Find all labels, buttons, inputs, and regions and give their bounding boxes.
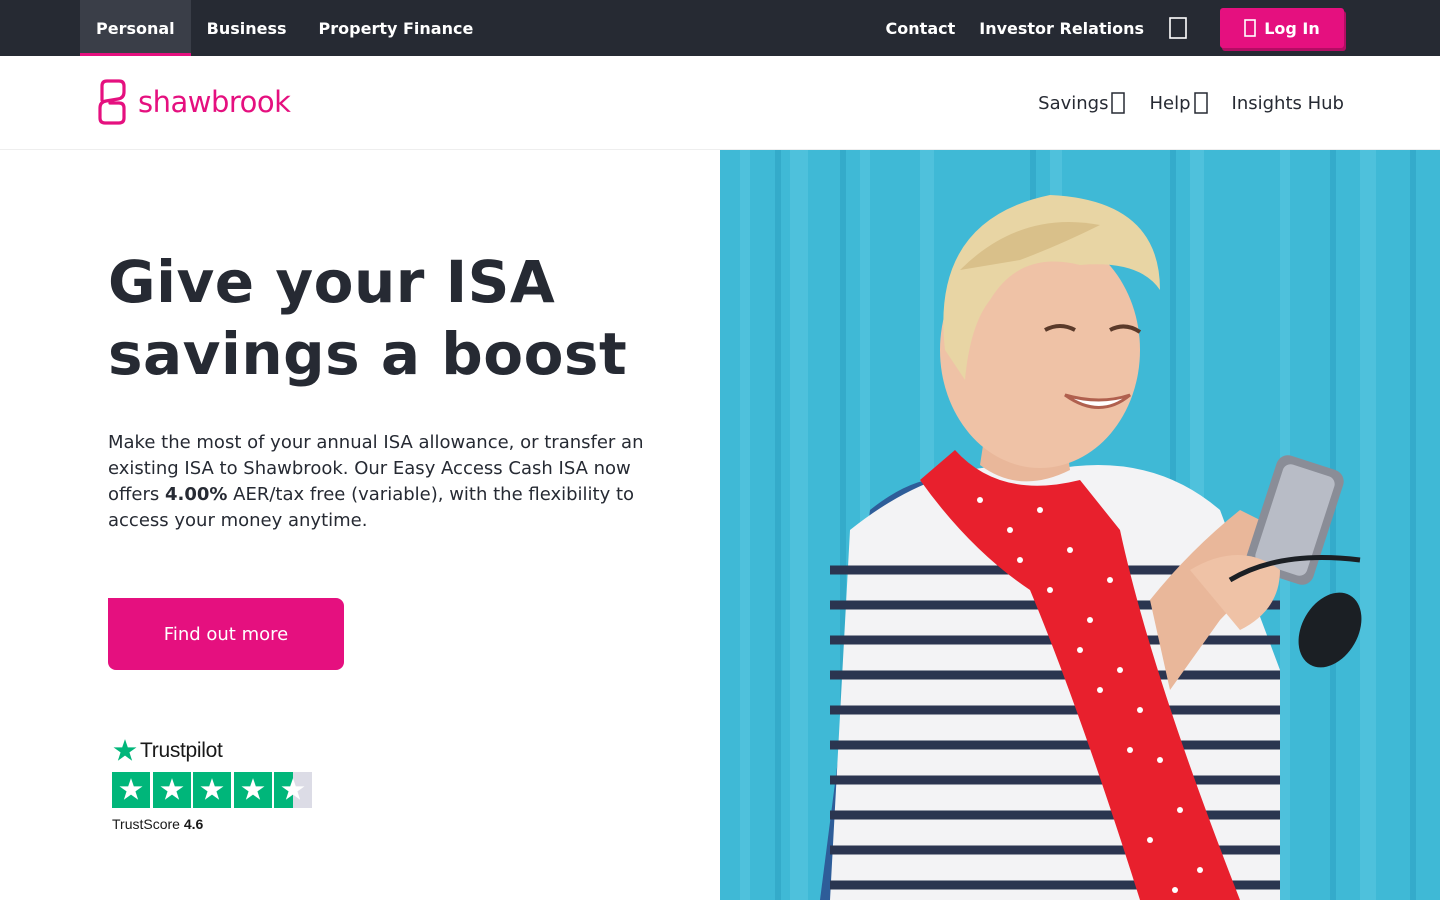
logo-mark-icon (98, 79, 126, 125)
nav-help[interactable]: Help (1149, 92, 1208, 114)
trustpilot-brand: Trustpilot (112, 738, 315, 764)
star-icon (233, 772, 272, 808)
trustscore-value: 4.6 (183, 816, 204, 832)
top-bar: Personal Business Property Finance Conta… (0, 0, 1440, 56)
utility-nav: Contact Investor Relations Log In (862, 0, 1344, 56)
investor-relations-link[interactable]: Investor Relations (979, 19, 1144, 38)
trustpilot-widget[interactable]: Trustpilot TrustScore 4.6 (112, 738, 315, 832)
tab-personal[interactable]: Personal (80, 0, 191, 56)
half-star-icon (274, 772, 312, 808)
contact-link[interactable]: Contact (886, 19, 956, 38)
trustscore-label: TrustScore (112, 816, 180, 832)
lock-icon (1244, 19, 1257, 37)
trustpilot-name: Trustpilot (140, 739, 223, 762)
tab-business[interactable]: Business (191, 0, 303, 56)
hero-photo (720, 150, 1440, 900)
login-label: Log In (1264, 18, 1320, 38)
hero-photo-illustration (720, 150, 1440, 900)
segment-tabs: Personal Business Property Finance (80, 0, 489, 56)
star-icon (112, 772, 150, 808)
star-icon (193, 772, 231, 808)
nav-insights-hub[interactable]: Insights Hub (1232, 93, 1344, 114)
chevron-down-icon (1111, 92, 1126, 114)
nav-help-label: Help (1149, 92, 1191, 114)
main-nav: Savings Help Insights Hub (1014, 56, 1344, 150)
nav-savings-label: Savings (1038, 92, 1109, 114)
search-icon[interactable] (1166, 16, 1190, 40)
shawbrook-logo[interactable]: shawbrook (96, 78, 291, 126)
hero-rate: 4.00% (165, 484, 228, 505)
trustpilot-rating-stars (112, 772, 315, 808)
logo-wordmark: shawbrook (138, 85, 291, 119)
find-out-more-button[interactable]: Find out more (108, 598, 344, 670)
main-header: shawbrook Savings Help Insights Hub (0, 56, 1440, 150)
tab-property-finance[interactable]: Property Finance (303, 0, 490, 56)
star-icon (152, 772, 191, 808)
hero-section: Give your ISA savings a boost Make the m… (0, 150, 720, 900)
chevron-down-icon (1193, 92, 1208, 114)
hero-title: Give your ISA savings a boost (108, 248, 628, 388)
trustpilot-star-icon (113, 739, 137, 761)
hero-description: Make the most of your annual ISA allowan… (108, 430, 658, 534)
nav-savings[interactable]: Savings (1038, 92, 1126, 114)
login-button[interactable]: Log In (1220, 8, 1344, 48)
trustscore: TrustScore 4.6 (112, 816, 315, 832)
